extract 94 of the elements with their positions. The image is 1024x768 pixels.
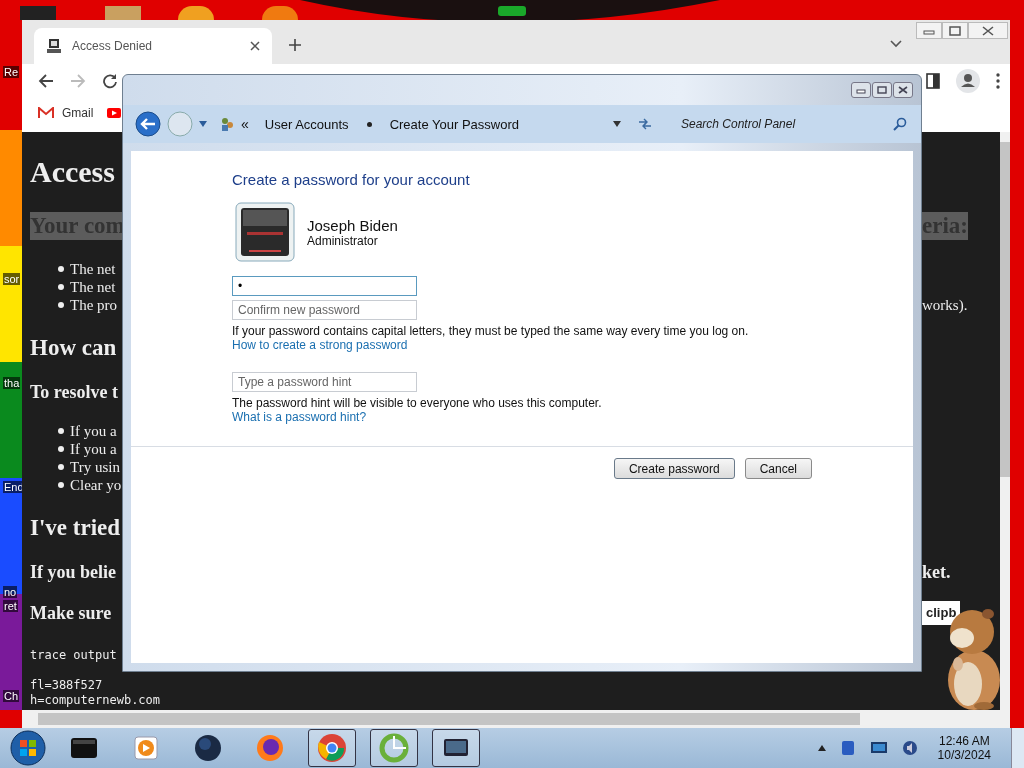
maximize-icon bbox=[877, 86, 887, 94]
maximize-button[interactable] bbox=[942, 22, 968, 39]
network-icon[interactable] bbox=[869, 740, 888, 756]
dropdown-icon[interactable] bbox=[613, 121, 621, 127]
taskbar-app[interactable] bbox=[370, 729, 418, 767]
help-link[interactable]: How to create a strong password bbox=[232, 338, 408, 352]
page-text: The net bbox=[70, 278, 116, 296]
side-panel-icon[interactable] bbox=[926, 73, 940, 89]
close-button[interactable] bbox=[893, 82, 913, 98]
desktop-icon-label[interactable]: sor bbox=[3, 273, 21, 285]
profile-icon[interactable] bbox=[956, 69, 980, 93]
instruction-text: The password hint will be visible to everyone who uses this computer. bbox=[232, 396, 602, 410]
instruction-text: If your password contains capital letters, they must be typed the same way every time you log on. bbox=[232, 324, 749, 338]
close-icon bbox=[982, 25, 994, 36]
page-heading: Create a password for your account bbox=[232, 171, 470, 188]
new-tab-icon[interactable] bbox=[288, 38, 302, 52]
refresh-icon[interactable] bbox=[637, 117, 653, 131]
desktop-icon-label[interactable]: Ch bbox=[3, 690, 20, 702]
show-desktop-button[interactable] bbox=[1011, 728, 1024, 768]
page-text: The pro bbox=[70, 296, 118, 314]
back-icon[interactable] bbox=[38, 73, 54, 89]
page-text: Try usin bbox=[70, 458, 120, 476]
page-heading: If you belie bbox=[30, 561, 116, 583]
chevron-down-icon[interactable] bbox=[890, 40, 902, 48]
browser-icon bbox=[316, 732, 348, 764]
ring-icon bbox=[378, 732, 410, 764]
clock[interactable]: 12:46 AM 10/3/2024 bbox=[931, 734, 997, 762]
maximize-icon bbox=[949, 25, 961, 36]
desktop-icon-label[interactable]: Re bbox=[3, 66, 20, 78]
bullet-icon bbox=[58, 428, 64, 434]
desktop-icon-label[interactable]: no bbox=[3, 586, 18, 598]
menu-icon[interactable] bbox=[996, 73, 1000, 89]
maximize-button[interactable] bbox=[872, 82, 892, 98]
computer-icon bbox=[46, 38, 62, 54]
desktop-icon-label[interactable]: tha bbox=[3, 377, 21, 389]
page-text: works). bbox=[922, 296, 968, 314]
page-text: The net bbox=[70, 260, 116, 278]
close-button[interactable] bbox=[968, 22, 1008, 39]
close-icon[interactable] bbox=[250, 41, 260, 51]
desktop-icon-label[interactable]: ret bbox=[3, 600, 18, 612]
page-text: If you a bbox=[70, 440, 117, 458]
bullet-icon bbox=[58, 284, 64, 290]
page-text: ket. bbox=[922, 561, 951, 583]
page-text: h=computernewb.com bbox=[30, 693, 161, 708]
bullet-icon bbox=[58, 266, 64, 272]
help-link[interactable]: What is a password hint? bbox=[232, 410, 367, 424]
close-icon bbox=[898, 86, 908, 94]
reload-icon[interactable] bbox=[102, 73, 118, 89]
show-hidden-icons-icon[interactable] bbox=[817, 745, 826, 751]
bullet-icon bbox=[58, 482, 64, 488]
cancel-button[interactable]: Cancel bbox=[744, 458, 812, 479]
user-name: Joseph Biden bbox=[307, 216, 398, 234]
separator-icon[interactable] bbox=[366, 121, 372, 127]
play-icon[interactable] bbox=[107, 108, 122, 118]
breadcrumb-item[interactable]: User Accounts bbox=[260, 116, 353, 132]
speaker-icon[interactable] bbox=[901, 740, 918, 756]
globe-icon bbox=[192, 732, 224, 764]
browser-tab[interactable]: Access Denied bbox=[34, 28, 272, 64]
mail-icon bbox=[38, 107, 54, 119]
password-field[interactable]: Confirm new password bbox=[232, 300, 417, 320]
scrollbar[interactable] bbox=[1000, 132, 1010, 710]
page-text: Clear yo bbox=[70, 476, 122, 494]
start-button[interactable] bbox=[10, 730, 46, 766]
password-field[interactable]: • bbox=[232, 276, 417, 296]
users-icon bbox=[219, 116, 235, 132]
back-icon[interactable] bbox=[135, 111, 161, 137]
overflow-chevron[interactable]: « bbox=[241, 116, 249, 132]
tray-icon[interactable] bbox=[839, 740, 856, 756]
page-heading: I've tried bbox=[30, 514, 121, 542]
bullet-icon bbox=[58, 446, 64, 452]
fox-browser-icon bbox=[254, 732, 286, 764]
taskbar-app[interactable] bbox=[308, 729, 356, 767]
scrollbar[interactable] bbox=[22, 710, 1010, 728]
dropdown-icon[interactable] bbox=[199, 121, 207, 127]
minimize-button[interactable] bbox=[851, 82, 871, 98]
hint-field[interactable]: Type a password hint bbox=[232, 372, 417, 392]
page-text: trace output bbox=[30, 648, 117, 663]
create-password-button[interactable]: Create password bbox=[613, 458, 735, 479]
search-field[interactable]: Search Control Panel bbox=[673, 116, 893, 132]
taskbar-app[interactable] bbox=[432, 729, 480, 767]
page-heading: To resolve t bbox=[30, 381, 118, 403]
page-heading: How can bbox=[30, 334, 117, 362]
bookmark-link[interactable]: Gmail bbox=[38, 106, 94, 120]
bullet-icon bbox=[58, 464, 64, 470]
page-heading: Access bbox=[30, 154, 115, 190]
search-icon[interactable] bbox=[893, 117, 907, 131]
page-text: If you a bbox=[70, 422, 117, 440]
page-heading: Make sure bbox=[30, 602, 112, 624]
page-text: fl=388f527 bbox=[30, 678, 103, 693]
user-role: Administrator bbox=[307, 233, 379, 248]
bullet-icon bbox=[58, 302, 64, 308]
copy-button[interactable]: clipb bbox=[922, 601, 961, 625]
breadcrumb-item[interactable]: Create Your Password bbox=[385, 116, 523, 132]
minimize-icon bbox=[856, 86, 866, 94]
